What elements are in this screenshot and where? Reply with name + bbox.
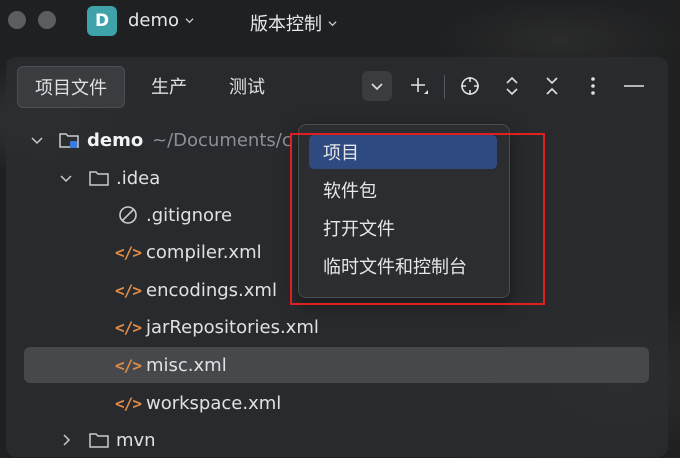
tree-item-label: misc.xml <box>146 354 227 376</box>
project-name: demo <box>128 10 180 31</box>
root-name: demo <box>87 129 144 151</box>
xml-file-icon: </> <box>115 355 142 375</box>
add-icon <box>411 78 428 94</box>
vcs-label: 版本控制 <box>250 14 322 35</box>
tree-item-folder[interactable]: mvn <box>6 422 668 458</box>
tab-production[interactable]: 生产 <box>136 66 202 106</box>
collapse-all-button[interactable] <box>537 71 567 101</box>
tab-test[interactable]: 测试 <box>214 66 280 106</box>
annotation-highlight-box <box>290 133 545 305</box>
collapse-all-icon <box>546 77 558 95</box>
ignore-file-icon <box>117 204 139 226</box>
tree-item-label: encodings.xml <box>146 279 277 301</box>
tree-item-label: compiler.xml <box>146 241 262 263</box>
tree-item-label: jarRepositories.xml <box>146 316 319 338</box>
tab-project-files[interactable]: 项目文件 <box>17 66 125 108</box>
tree-item-file[interactable]: </> jarRepositories.xml <box>6 309 668 345</box>
view-selector-button[interactable] <box>362 71 392 101</box>
tree-item-file-selected[interactable]: </> misc.xml <box>6 347 668 383</box>
expand-all-button[interactable] <box>497 71 527 101</box>
toolbar-divider <box>444 75 445 99</box>
xml-file-icon: </> <box>115 242 142 262</box>
tree-item-label: .gitignore <box>146 204 233 226</box>
project-switcher[interactable]: demo <box>128 10 194 31</box>
more-icon <box>591 77 595 95</box>
chevron-down-icon <box>185 18 194 24</box>
tree-item-label: workspace.xml <box>146 392 282 414</box>
locate-file-button[interactable] <box>455 71 485 101</box>
chevron-right-icon <box>63 434 71 446</box>
hide-panel-button[interactable] <box>619 71 649 101</box>
xml-file-icon: </> <box>115 317 142 337</box>
project-badge: D <box>87 6 117 36</box>
xml-file-icon: </> <box>115 393 142 413</box>
project-toolbar: 项目文件 生产 测试 <box>6 57 668 119</box>
tree-item-file[interactable]: </> workspace.xml <box>6 385 668 421</box>
add-button[interactable] <box>404 71 434 101</box>
chevron-down-icon <box>31 137 43 145</box>
tree-item-label: mvn <box>116 429 156 451</box>
minimize-icon <box>624 85 644 87</box>
chevron-down-icon <box>371 83 383 91</box>
folder-icon <box>88 429 110 451</box>
window-close-button[interactable] <box>8 11 26 29</box>
chevron-down-icon <box>60 175 72 183</box>
root-path: ~/Documents/c <box>152 129 292 151</box>
folder-icon <box>88 167 110 189</box>
xml-file-icon: </> <box>115 280 142 300</box>
more-options-button[interactable] <box>578 71 608 101</box>
locate-icon <box>461 77 479 95</box>
module-folder-icon <box>58 129 80 151</box>
window-minimize-button[interactable] <box>38 11 56 29</box>
expand-all-icon <box>506 76 518 96</box>
vcs-menu[interactable]: 版本控制 <box>250 10 337 36</box>
title-bar: D demo 版本控制 <box>0 0 680 44</box>
chevron-down-icon <box>328 20 337 26</box>
tree-item-label: .idea <box>116 167 161 189</box>
